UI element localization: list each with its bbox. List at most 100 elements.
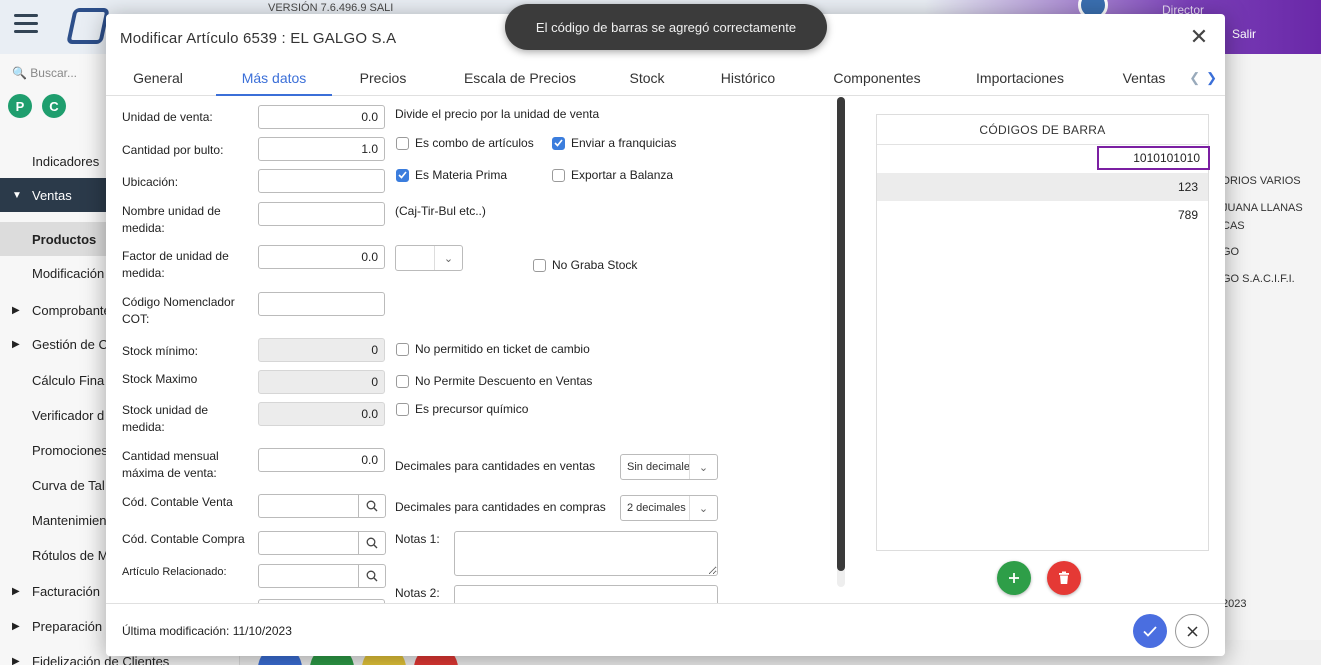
stock-minimo-label: Stock mínimo: [122,344,199,358]
cantidad-bulto-input[interactable] [258,137,385,161]
close-icon[interactable]: ✕ [1187,26,1211,50]
form-scrollbar[interactable] [837,97,845,571]
dialog-title: Modificar Artículo 6539 : EL GALGO S.A [120,30,397,47]
cod-contable-compra-input[interactable] [258,531,358,555]
chevron-left-icon[interactable]: ❮ [1189,70,1200,85]
notas1-textarea[interactable] [454,531,718,576]
caret-right-icon: ▶ [12,338,20,350]
search-icon[interactable] [358,564,386,588]
factor-unidad-label: Factor de unidad de medida: [122,249,229,280]
es-materia-prima-checkbox[interactable]: Es Materia Prima [396,168,507,182]
notas2-label: Notas 2: [395,586,440,600]
last-modified-label: Última modificación: 11/10/2023 [122,624,292,638]
barcode-row[interactable]: 1010101010 [877,145,1210,173]
background-list-item: JUANA LLANAS [1222,202,1303,214]
menu-icon[interactable] [14,14,38,34]
delete-barcode-button[interactable] [1047,561,1081,595]
decimales-ventas-select[interactable]: Sin decimales ⌄ [620,454,718,480]
cancel-button[interactable] [1175,614,1209,648]
enviar-franquicias-checkbox[interactable]: Enviar a franquicias [552,136,676,150]
tab-escala-precios[interactable]: Escala de Precios [452,60,588,96]
success-toast: El código de barras se agregó correctame… [505,4,827,50]
checkbox-label: Es Materia Prima [415,168,508,182]
search-icon[interactable] [358,531,386,555]
sidebar-item-label: Modificación [32,265,105,281]
checkmark-icon [552,136,565,150]
cantidad-mensual-label: Cantidad mensual máxima de venta: [122,449,219,480]
trash-icon [1059,571,1069,584]
ubicacion-input[interactable] [258,169,385,193]
stock-unidad-input [258,402,385,426]
nombre-unidad-input[interactable] [258,202,385,226]
chevron-down-icon: ⌄ [434,246,462,270]
factor-unidad-input[interactable] [258,245,385,269]
codigo-nomenclador-input[interactable] [258,292,385,316]
tab-general[interactable]: General [120,60,196,96]
divide-precio-hint: Divide el precio por la unidad de venta [395,107,600,121]
tab-componentes[interactable]: Componentes [828,60,926,96]
checkbox-label: No permitido en ticket de cambio [415,342,590,356]
codigo-nomenclador-label: Código Nomenclador COT: [122,295,235,326]
caret-right-icon: ▶ [12,585,20,597]
es-precursor-checkbox[interactable]: Es precursor químico [396,402,528,416]
es-combo-checkbox[interactable]: Es combo de artículos [396,136,534,150]
sidebar-item-label: Mantenimien [32,512,107,528]
sidebar-item-label: Productos [32,231,97,247]
no-graba-stock-checkbox[interactable]: No Graba Stock [533,258,637,272]
checkbox-label: Exportar a Balanza [571,168,674,182]
unidad-venta-input[interactable] [258,105,385,129]
chevron-down-icon: ⌄ [689,496,717,520]
caret-right-icon: ▶ [12,620,20,632]
barcode-edit-field[interactable]: 1010101010 [1097,146,1210,170]
chevron-right-icon[interactable]: ❯ [1206,70,1217,85]
no-permitido-ticket-checkbox[interactable]: No permitido en ticket de cambio [396,342,590,356]
dialog-footer: Última modificación: 11/10/2023 [106,603,1225,656]
sidebar-item-label: Preparación [32,618,103,634]
search-icon: 🔍 [12,66,27,80]
chip-p[interactable]: P [8,94,32,118]
select-value: 2 decimales [627,502,686,514]
barcode-row[interactable]: 789 [877,201,1208,229]
chip-c[interactable]: C [42,94,66,118]
logout-link[interactable]: Salir [1232,27,1256,41]
sidebar-search[interactable]: 🔍 Buscar... [12,66,77,80]
barcode-list-header: CÓDIGOS DE BARRA [877,115,1208,145]
tab-stock[interactable]: Stock [618,60,676,96]
cod-contable-venta-input[interactable] [258,494,358,518]
decimales-compras-label: Decimales para cantidades en compras [395,500,606,514]
app-logo [66,8,110,44]
unit-dropdown[interactable]: ⌄ [395,245,463,271]
barcode-row[interactable]: 123 [877,173,1208,201]
background-list-item: CAS [1222,220,1245,232]
articulo-relacionado-input[interactable] [258,564,358,588]
cod-contable-venta-field [258,494,386,518]
sidebar-item-label: Comprobantes [32,302,118,318]
caret-right-icon: ▶ [12,655,20,665]
checkbox-label: No Permite Descuento en Ventas [415,374,593,388]
sidebar-item-label: Curva de Tal [32,477,105,493]
cantidad-mensual-input[interactable] [258,448,385,472]
tab-importaciones[interactable]: Importaciones [968,60,1072,96]
search-icon[interactable] [358,494,386,518]
cantidad-bulto-label: Cantidad por bulto: [122,143,224,157]
checkmark-icon [396,168,409,182]
sidebar-item-label: Indicadores [32,153,100,169]
exportar-balanza-checkbox[interactable]: Exportar a Balanza [552,168,673,182]
no-permite-descuento-checkbox[interactable]: No Permite Descuento en Ventas [396,374,592,388]
tab-ventas[interactable]: Ventas [1116,60,1172,96]
confirm-button[interactable] [1133,614,1167,648]
add-barcode-button[interactable] [997,561,1031,595]
checkbox-box [396,342,409,356]
tab-mas-datos[interactable]: Más datos [216,60,332,96]
tab-scroll-arrows: ❮ ❯ [1183,70,1217,86]
sidebar-search-placeholder: Buscar... [30,66,77,80]
tab-historico[interactable]: Histórico [710,60,786,96]
background-list-item: 2023 [1222,598,1247,610]
sidebar-chips: P C [8,94,66,118]
decimales-compras-select[interactable]: 2 decimales ⌄ [620,495,718,521]
tab-precios[interactable]: Precios [346,60,420,96]
background-list-item: DRIOS VARIOS [1222,175,1301,187]
sidebar-item-label: Ventas [32,187,72,203]
caj-tir-hint: (Caj-Tir-Bul etc..) [395,204,486,218]
checkbox-box [396,374,409,388]
